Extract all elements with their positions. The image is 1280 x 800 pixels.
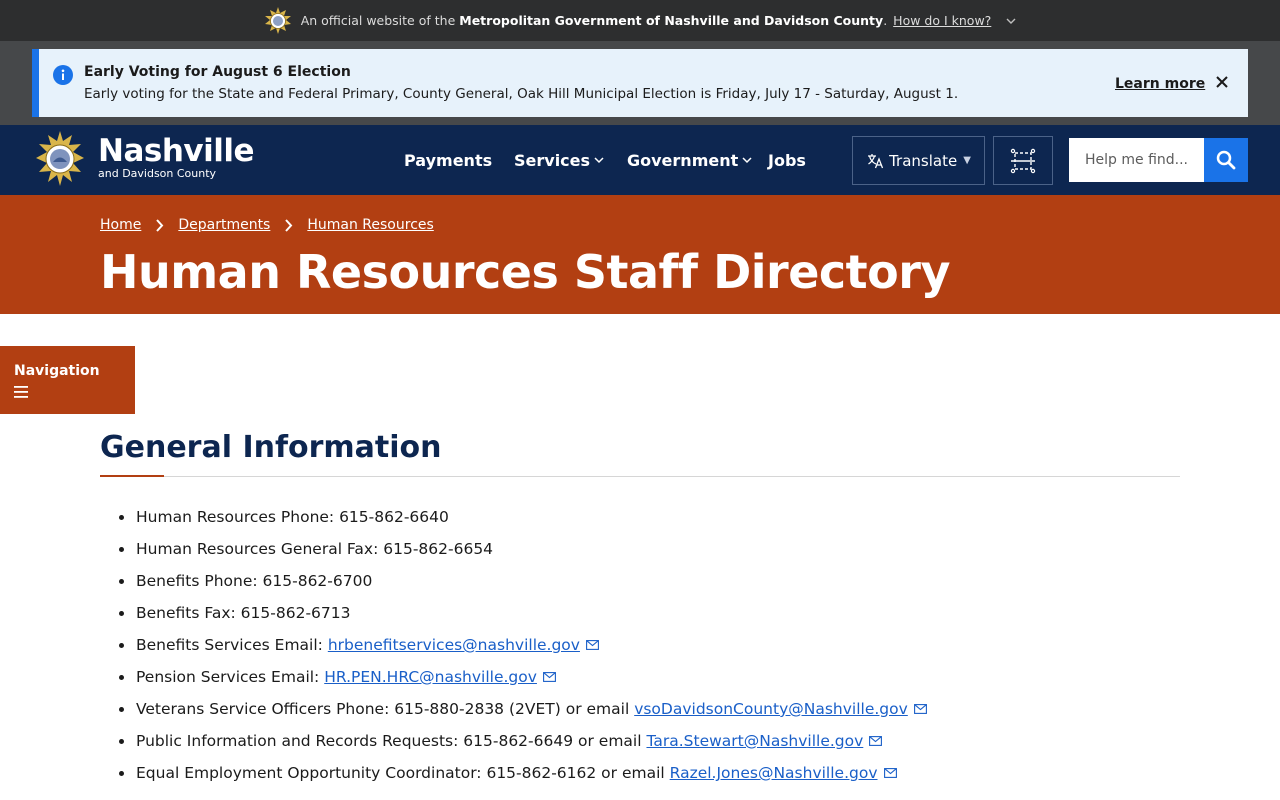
- nashville-seal-logo[interactable]: [32, 129, 88, 189]
- list-item-text: Equal Employment Opportunity Coordinator…: [136, 764, 670, 782]
- banner-org-name: Metropolitan Government of Nashville and…: [459, 13, 884, 28]
- banner-period: .: [883, 13, 888, 28]
- digital-services-button[interactable]: [993, 136, 1053, 185]
- email-link-eeo[interactable]: Razel.Jones@Nashville.gov: [670, 764, 878, 782]
- email-link-benefits[interactable]: hrbenefitservices@nashville.gov: [328, 636, 580, 654]
- metro-seal-icon: [264, 6, 291, 34]
- mail-icon: [913, 704, 927, 714]
- list-item: Pension Services Email: HR.PEN.HRC@nashv…: [118, 665, 1180, 697]
- mail-icon: [542, 672, 556, 682]
- mail-icon: [869, 736, 883, 746]
- section-divider-accent: [100, 475, 164, 477]
- section-divider: [100, 476, 1180, 477]
- alert-title: Early Voting for August 6 Election: [84, 64, 351, 80]
- alert-region: Early Voting for August 6 Election Early…: [0, 41, 1280, 125]
- list-item-text: Human Resources Phone: 615-862-6640: [136, 508, 449, 526]
- nav-payments-label: Payments: [404, 150, 493, 170]
- list-item-text: Public Information and Records Requests:…: [136, 732, 647, 750]
- hamburger-menu-icon: [14, 386, 28, 398]
- list-item: Public Information and Records Requests:…: [118, 729, 1180, 761]
- circuit-chip-icon: [1010, 148, 1036, 173]
- list-item-text: Human Resources General Fax: 615-862-665…: [136, 540, 494, 558]
- breadcrumb: Home Departments Human Resources: [100, 217, 434, 233]
- list-item: Benefits Services Email: hrbenefitservic…: [118, 633, 1180, 665]
- breadcrumb-departments[interactable]: Departments: [178, 217, 270, 233]
- list-item: Benefits Phone: 615-862-6700: [118, 569, 1180, 601]
- list-item: Benefits Fax: 615-862-6713: [118, 601, 1180, 633]
- list-item: Human Resources Phone: 615-862-6640: [118, 505, 1180, 537]
- official-website-banner: An official website of the Metropolitan …: [0, 0, 1280, 41]
- brand-name: Nashville: [98, 133, 255, 169]
- nav-jobs-label: Jobs: [768, 150, 806, 170]
- page-title: Human Resources Staff Directory: [100, 245, 950, 299]
- chevron-right-icon: [285, 218, 293, 232]
- translate-icon: [868, 153, 884, 168]
- list-item-text: Benefits Phone: 615-862-6700: [136, 572, 373, 590]
- list-item: Equal Employment Opportunity Coordinator…: [118, 761, 1180, 793]
- navigation-toggle-label: Navigation: [14, 363, 100, 379]
- close-icon[interactable]: [1215, 75, 1229, 89]
- nav-services[interactable]: Services: [514, 151, 604, 170]
- brand-subtitle: and Davidson County: [98, 167, 217, 180]
- learn-more-link[interactable]: Learn more: [1115, 76, 1205, 92]
- email-link-public-information[interactable]: Tara.Stewart@Nashville.gov: [646, 732, 863, 750]
- list-item-text: Pension Services Email:: [136, 668, 325, 686]
- nav-government[interactable]: Government: [627, 151, 752, 170]
- navigation-toggle-button[interactable]: Navigation: [0, 346, 135, 414]
- email-link-pension[interactable]: HR.PEN.HRC@nashville.gov: [324, 668, 537, 686]
- info-icon: [53, 65, 73, 85]
- nav-services-label: Services: [514, 150, 591, 170]
- banner-prefix: An official website of the: [300, 13, 456, 28]
- nav-government-label: Government: [627, 150, 739, 170]
- alert-body: Early voting for the State and Federal P…: [84, 86, 959, 102]
- chevron-down-icon: [594, 157, 604, 164]
- brand-wordmark[interactable]: Nashville and Davidson County: [98, 133, 255, 180]
- mail-icon: [883, 768, 897, 778]
- list-item-text: Veterans Service Officers Phone: 615-880…: [136, 700, 635, 718]
- list-item: Veterans Service Officers Phone: 615-880…: [118, 697, 1180, 729]
- section-title: General Information: [100, 430, 442, 465]
- general-information-list: Human Resources Phone: 615-862-6640 Huma…: [118, 505, 1180, 793]
- translate-label: Translate: [889, 151, 958, 170]
- chevron-down-icon[interactable]: [1005, 15, 1017, 27]
- translate-button[interactable]: Translate ▼: [852, 136, 985, 185]
- list-item: Human Resources General Fax: 615-862-665…: [118, 537, 1180, 569]
- chevron-right-icon: [156, 218, 164, 232]
- breadcrumb-human-resources[interactable]: Human Resources: [307, 217, 433, 233]
- email-link-veterans[interactable]: vsoDavidsonCounty@Nashville.gov: [634, 700, 908, 718]
- chevron-down-icon: [742, 157, 752, 164]
- nav-payments[interactable]: Payments: [404, 151, 492, 170]
- site-header: Nashville and Davidson County Payments S…: [0, 125, 1280, 195]
- how-do-i-know-link[interactable]: How do I know?: [893, 13, 991, 28]
- search-input[interactable]: [1069, 138, 1204, 182]
- caret-down-icon: ▼: [963, 155, 971, 166]
- page-hero: Home Departments Human Resources Human R…: [0, 195, 1280, 314]
- nav-jobs[interactable]: Jobs: [768, 151, 806, 170]
- list-item-text: Benefits Fax: 615-862-6713: [136, 604, 351, 622]
- mail-icon: [586, 640, 599, 650]
- breadcrumb-home[interactable]: Home: [100, 217, 141, 233]
- search-icon: [1216, 150, 1236, 170]
- list-item-text: Benefits Services Email:: [136, 636, 328, 654]
- search-button[interactable]: [1204, 138, 1248, 182]
- election-alert: Early Voting for August 6 Election Early…: [32, 49, 1248, 117]
